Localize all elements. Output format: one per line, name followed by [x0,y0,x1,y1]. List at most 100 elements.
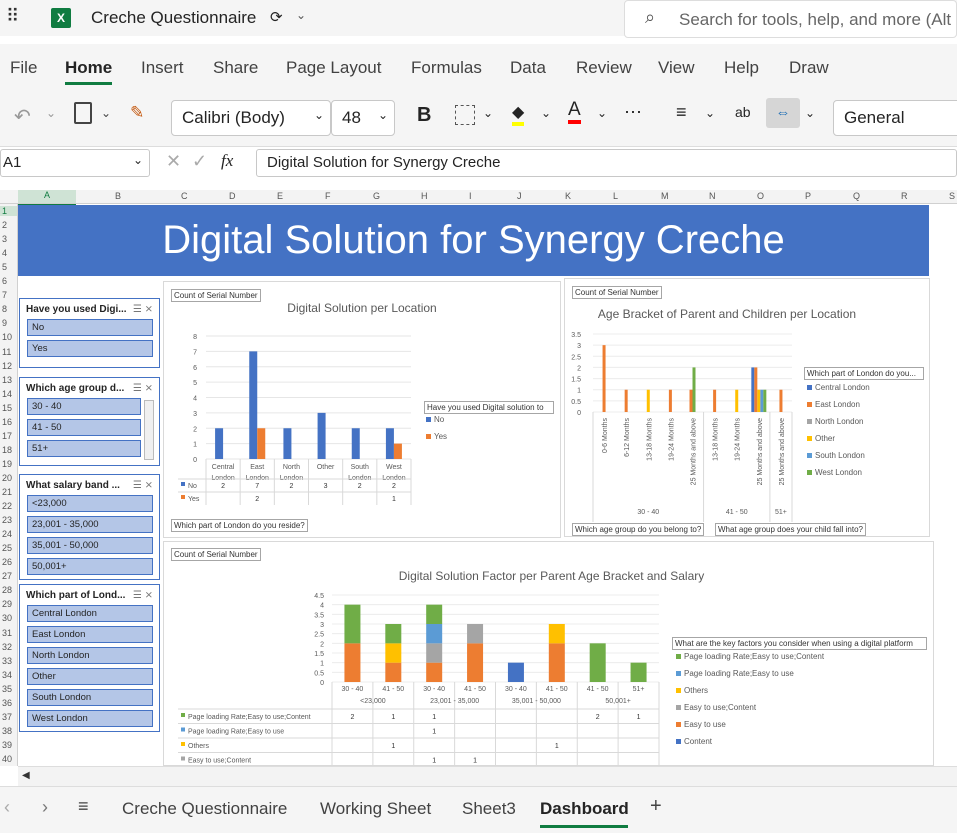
tab-insert[interactable]: Insert [141,58,184,78]
legend-filter-button[interactable]: What are the key factors you consider wh… [672,637,927,650]
undo-icon[interactable]: ↶ [14,104,31,129]
column-header[interactable]: K [565,191,571,201]
name-box[interactable]: A1 ⌄ [0,149,150,177]
number-format-dropdown[interactable]: General [833,100,957,136]
function-icon[interactable]: fx [221,151,233,171]
row-header[interactable]: 10 [0,332,17,342]
sheet-tab-working-sheet[interactable]: Working Sheet [320,799,431,819]
tab-view[interactable]: View [658,58,695,78]
column-header[interactable]: Q [853,191,860,201]
slicer-scrollbar[interactable] [144,400,154,460]
add-sheet-icon[interactable]: + [650,795,662,818]
row-header[interactable]: 12 [0,361,17,371]
row-header[interactable]: 33 [0,656,17,666]
row-header[interactable]: 23 [0,515,17,525]
row-header[interactable]: 37 [0,712,17,722]
paste-icon[interactable] [74,102,92,124]
horizontal-scrollbar[interactable]: ◀ [18,766,957,786]
document-title[interactable]: Creche Questionnaire [91,8,256,28]
row-header[interactable]: 19 [0,459,17,469]
row-header[interactable]: 4 [0,248,17,258]
row-header[interactable]: 20 [0,473,17,483]
row-header[interactable]: 8 [0,304,17,314]
merge-icon[interactable]: ⇔ [766,98,800,128]
chart-age-bracket-location[interactable]: Count of Serial Number Age Bracket of Pa… [564,278,930,537]
align-icon[interactable]: ≡ [676,102,687,123]
row-header[interactable]: 11 [0,347,17,357]
font-size-dropdown[interactable]: 48 ⌄ [331,100,395,136]
slicer-item[interactable]: Central London [27,605,153,622]
tab-page-layout[interactable]: Page Layout [286,58,381,78]
slicer-salary-band[interactable]: What salary band ... ☰ ⨯ <23,000 23,001 … [19,474,160,580]
column-header[interactable]: E [277,191,283,201]
row-header[interactable]: 32 [0,642,17,652]
more-options-icon[interactable]: ⋯ [624,102,642,123]
search-box[interactable]: ⌕ Search for tools, help, and more (Alt [624,0,957,38]
scroll-left-icon[interactable]: ◀ [22,770,30,781]
tab-home[interactable]: Home [65,58,112,78]
chevron-down-icon[interactable]: ⌄ [46,106,56,120]
chart-factor-age-salary[interactable]: Count of Serial Number Digital Solution … [163,541,934,767]
column-header[interactable]: I [469,191,472,201]
row-header[interactable]: 21 [0,487,17,497]
row-header[interactable]: 38 [0,726,17,736]
font-name-dropdown[interactable]: Calibri (Body) ⌄ [171,100,331,136]
slicer-london-part[interactable]: Which part of Lond... ☰ ⨯ Central London… [19,584,160,732]
formula-input[interactable]: Digital Solution for Synergy Creche [256,149,957,177]
wrap-text-icon[interactable]: ab [735,104,751,120]
check-icon[interactable]: ✓ [192,151,207,172]
row-header[interactable]: 30 [0,613,17,623]
row-header[interactable]: 7 [0,290,17,300]
chevron-down-icon[interactable]: ⌄ [805,106,815,120]
row-header[interactable]: 34 [0,670,17,680]
row-header[interactable]: 5 [0,262,17,272]
row-header[interactable]: 14 [0,389,17,399]
borders-icon[interactable] [455,105,475,125]
row-header[interactable]: 1 [0,206,17,216]
column-header[interactable]: O [757,191,764,201]
row-header[interactable]: 22 [0,501,17,511]
slicer-digital-used[interactable]: Have you used Digi... ☰ ⨯ No Yes [19,298,160,368]
column-header[interactable]: M [661,191,669,201]
fill-color-icon[interactable]: ◆ [512,102,525,126]
chevron-down-icon[interactable]: ⌄ [597,106,607,120]
slicer-item[interactable]: 41 - 50 [27,419,141,436]
row-header[interactable]: 2 [0,220,17,230]
slicer-item[interactable]: <23,000 [27,495,153,512]
row-header[interactable]: 27 [0,571,17,581]
column-header[interactable]: F [325,191,331,201]
slicer-age-group[interactable]: Which age group d... ☰ ⨯ 30 - 40 41 - 50… [19,377,160,466]
legend-filter-button[interactable]: Which part of London do you... [804,367,924,380]
next-sheet-icon[interactable]: › [42,797,48,818]
column-header[interactable]: P [805,191,811,201]
legend-filter-button[interactable]: Have you used Digital solution to [424,401,554,414]
row-header[interactable]: 28 [0,585,17,595]
filter-icon[interactable]: ☰ ⨯ [133,590,153,601]
slicer-item[interactable]: 35,001 - 50,000 [27,537,153,554]
tab-share[interactable]: Share [213,58,258,78]
slicer-item[interactable]: East London [27,626,153,643]
row-header[interactable]: 40 [0,754,17,764]
sheet-tab-dashboard[interactable]: Dashboard [540,799,629,819]
row-header[interactable]: 16 [0,417,17,427]
axis-filter-button[interactable]: Which part of London do you reside? [171,519,308,532]
slicer-item[interactable]: 30 - 40 [27,398,141,415]
all-sheets-icon[interactable]: ≡ [78,796,89,817]
filter-icon[interactable]: ☰ ⨯ [133,480,153,491]
tab-help[interactable]: Help [724,58,759,78]
font-color-icon[interactable]: A [568,100,581,124]
row-header[interactable]: 15 [0,403,17,413]
column-header[interactable]: L [613,191,618,201]
chart-digital-solution-location[interactable]: Count of Serial Number Digital Solution … [163,281,561,538]
row-header[interactable]: 6 [0,276,17,286]
row-header[interactable]: 9 [0,318,17,328]
row-header[interactable]: 24 [0,529,17,539]
row-header[interactable]: 26 [0,557,17,567]
column-header[interactable]: R [901,191,908,201]
tab-file[interactable]: File [10,58,37,78]
slicer-item[interactable]: South London [27,689,153,706]
slicer-item[interactable]: No [27,319,153,336]
sheet-tab-creche-questionnaire[interactable]: Creche Questionnaire [122,799,287,819]
row-header[interactable]: 25 [0,543,17,553]
sync-status-icon[interactable]: ⟳ [270,8,283,26]
